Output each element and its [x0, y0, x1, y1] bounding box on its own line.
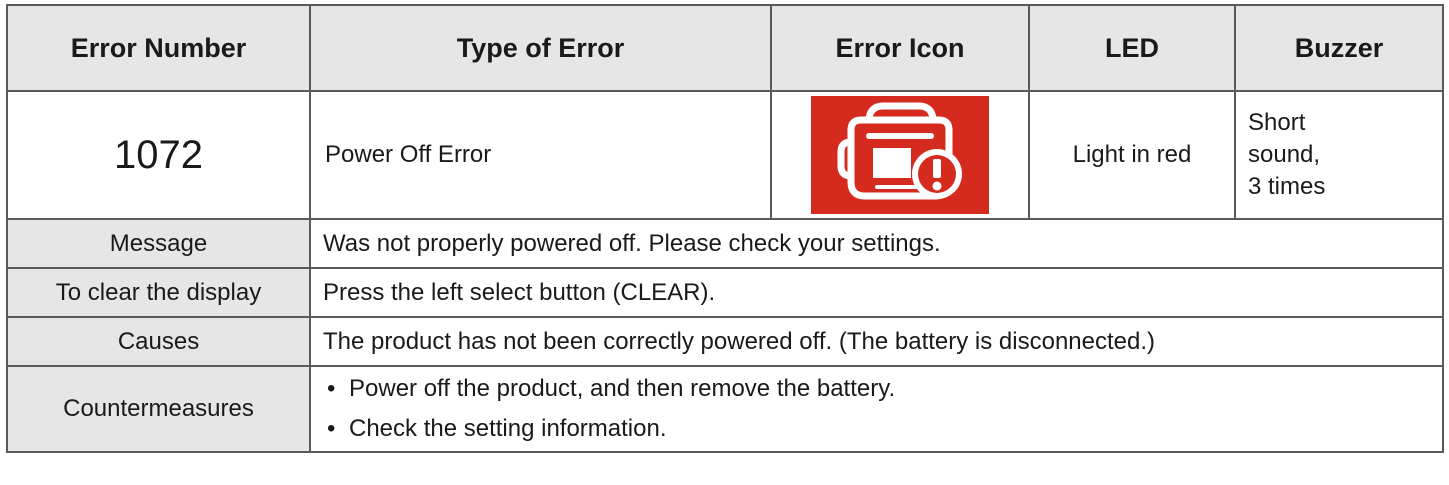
header-type-of-error: Type of Error: [309, 4, 772, 92]
causes-label: Causes: [6, 316, 311, 367]
header-error-icon: Error Icon: [770, 4, 1030, 92]
error-number: 1072: [6, 90, 311, 220]
causes-text: The product has not been correctly power…: [309, 316, 1444, 367]
charger-error-icon: [811, 96, 989, 214]
clear-label: To clear the display: [6, 267, 311, 318]
error-type: Power Off Error: [309, 90, 772, 220]
error-row: 1072 Power Off Error Light in red Short …: [6, 90, 1444, 220]
countermeasures-label: Countermeasures: [6, 365, 311, 453]
clear-row: To clear the display Press the left sele…: [6, 267, 1444, 318]
clear-text: Press the left select button (CLEAR).: [309, 267, 1444, 318]
list-item: Power off the product, and then remove t…: [323, 369, 1442, 409]
message-text: Was not properly powered off. Please che…: [309, 218, 1444, 269]
countermeasures-list: Power off the product, and then remove t…: [323, 369, 1442, 449]
countermeasures-cell: Power off the product, and then remove t…: [309, 365, 1444, 453]
buzzer-line: Short: [1248, 109, 1306, 136]
header-buzzer: Buzzer: [1234, 4, 1444, 92]
header-row: Error Number Type of Error Error Icon LE…: [6, 4, 1444, 92]
countermeasures-row: Countermeasures Power off the product, a…: [6, 365, 1444, 453]
buzzer-line: sound,: [1248, 141, 1321, 168]
list-item: Check the setting information.: [323, 409, 1442, 449]
buzzer-status: Short sound, 3 times: [1234, 90, 1444, 220]
led-status: Light in red: [1028, 90, 1236, 220]
buzzer-line: 3 times: [1248, 173, 1326, 200]
message-row: Message Was not properly powered off. Pl…: [6, 218, 1444, 269]
causes-row: Causes The product has not been correctl…: [6, 316, 1444, 367]
message-label: Message: [6, 218, 311, 269]
header-led: LED: [1028, 4, 1236, 92]
error-icon-cell: [770, 90, 1030, 220]
header-error-number: Error Number: [6, 4, 311, 92]
error-table: Error Number Type of Error Error Icon LE…: [6, 4, 1444, 453]
